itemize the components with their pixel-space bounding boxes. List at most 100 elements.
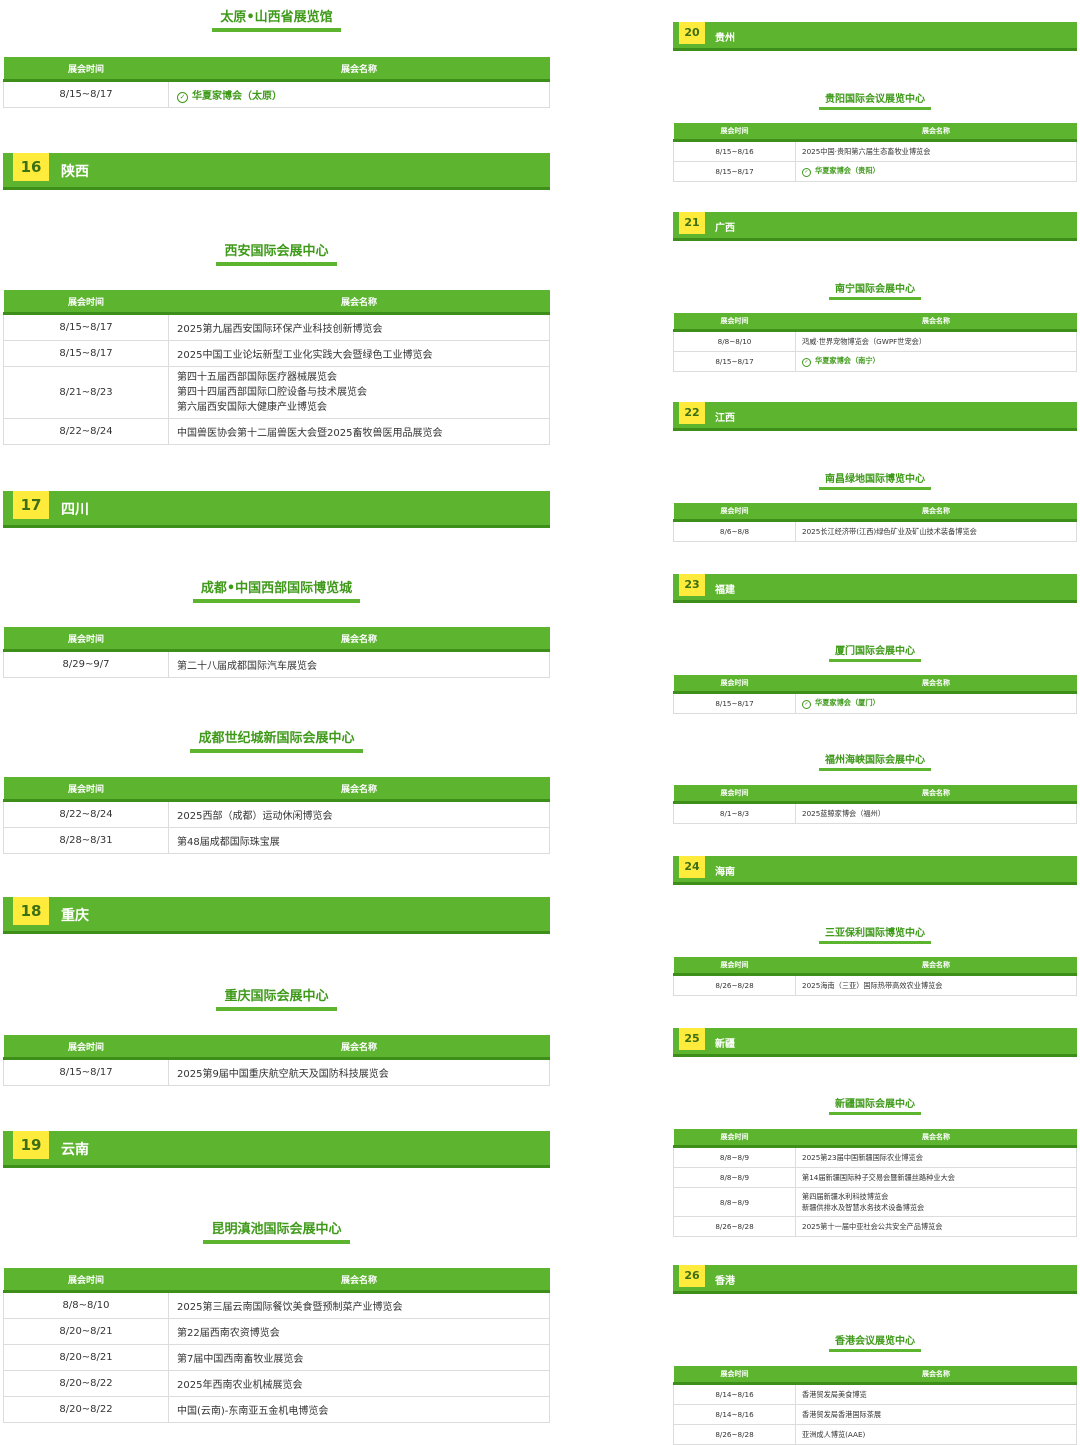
header-date: 展会时间 xyxy=(673,675,796,694)
venue-title: 南昌绿地国际博览中心 xyxy=(673,467,1077,490)
region-number-badge: 19 xyxy=(13,1131,49,1159)
region-header: 18 重庆 xyxy=(3,897,550,934)
exhibition-name: 2025第十一届中亚社会公共安全产品博览会 xyxy=(795,1216,1077,1237)
check-circle-icon: ✓ xyxy=(177,91,188,103)
exhibition-name-line: 第22届西南农资博览会 xyxy=(177,1328,280,1339)
exhibition-table: 展会时间 展会名称 8/15~8/17 ✓ 华夏家博会（厦门） xyxy=(673,675,1077,714)
exhibition-name: 鸿威·世界宠物博览会（GWPF世宠会） xyxy=(795,330,1077,352)
header-name: 展会名称 xyxy=(168,627,550,652)
table-row: 8/20~8/22 2025年西南农业机械展览会 xyxy=(3,1370,550,1397)
exhibition-table: 展会时间 展会名称 8/15~8/16 2025中国·贵阳第六届生态畜牧业博览会 8/1… xyxy=(673,123,1077,182)
exhibition-date: 8/20~8/21 xyxy=(3,1318,169,1345)
venue-title: 成都•中国西部国际博览城 xyxy=(3,577,550,603)
exhibition-name: 2025第九届西安国际环保产业科技创新博览会 xyxy=(168,313,550,341)
exhibition-table: 展会时间 展会名称 8/15~8/17 ✓ 华夏家博会（太原） xyxy=(3,57,550,108)
exhibition-table: 展会时间 展会名称 8/22~8/24 2025西部（成都）运动休闲博览会 8/28~8… xyxy=(3,777,550,854)
venue-name: 南昌绿地国际博览中心 xyxy=(819,470,931,490)
schedule-table: 展会时间 展会名称 8/8~8/10 2025第三届云南国际餐饮美食暨预制菜产业博览会… xyxy=(3,1268,550,1423)
exhibition-name: 中国(云南)-东南亚五金机电博览会 xyxy=(168,1396,550,1423)
region-name: 云南 xyxy=(61,1142,89,1158)
region-name: 广西 xyxy=(715,223,735,234)
venue-title: 福州海峡国际会展中心 xyxy=(673,748,1077,771)
table-header-row: 展会时间 展会名称 xyxy=(3,627,550,652)
exhibition-name-line: 第四届新疆水利科技博览会 xyxy=(802,1192,889,1201)
header-name: 展会名称 xyxy=(795,785,1077,804)
exhibition-name: 2025蓝鲸家博会（福州） xyxy=(795,802,1077,824)
exhibition-name: 第四届新疆水利科技博览会新疆供排水及智慧水务技术设备博览会 xyxy=(795,1187,1077,1217)
exhibition-name: 2025海南（三亚）国际热带高效农业博览会 xyxy=(795,974,1077,996)
exhibition-name: 2025年西南农业机械展览会 xyxy=(168,1370,550,1397)
exhibition-name-line: 2025第九届西安国际环保产业科技创新博览会 xyxy=(177,324,383,335)
table-row: 8/22~8/24 2025西部（成都）运动休闲博览会 xyxy=(3,800,550,828)
venue-name: 香港会议展览中心 xyxy=(829,1332,921,1352)
table-header-row: 展会时间 展会名称 xyxy=(673,957,1077,976)
table-header-row: 展会时间 展会名称 xyxy=(673,1129,1077,1148)
exhibition-name-line: 香港贸发局香港国际茶展 xyxy=(802,1409,882,1419)
exhibition-name-line: 新疆供排水及智慧水务技术设备博览会 xyxy=(802,1203,925,1212)
region-number-badge: 24 xyxy=(679,856,705,878)
exhibition-date: 8/20~8/22 xyxy=(3,1370,169,1397)
exhibition-name-line: 2025年西南农业机械展览会 xyxy=(177,1380,303,1391)
exhibition-name-line: 第四十四届西部国际口腔设备与技术展览会 xyxy=(177,387,367,398)
table-row: 8/26~8/28 亚洲成人博览(AAE) xyxy=(673,1424,1077,1445)
table-header-row: 展会时间 展会名称 xyxy=(673,675,1077,694)
header-name: 展会名称 xyxy=(795,957,1077,976)
header-name: 展会名称 xyxy=(168,1035,550,1060)
exhibition-name: 2025中国·贵阳第六届生态畜牧业博览会 xyxy=(795,140,1077,162)
exhibition-date: 8/15~8/17 xyxy=(3,1058,169,1086)
region-number-badge: 21 xyxy=(679,212,705,234)
exhibition-name: 2025第三届云南国际餐饮美食暨预制菜产业博览会 xyxy=(168,1291,550,1319)
header-name: 展会名称 xyxy=(168,57,550,82)
exhibition-table: 展会时间 展会名称 8/8~8/9 2025第23届中国新疆国际农业博览会 8/8~8/… xyxy=(673,1129,1077,1237)
header-date: 展会时间 xyxy=(3,290,169,315)
header-date: 展会时间 xyxy=(673,123,796,142)
schedule-table: 展会时间 展会名称 8/8~8/9 2025第23届中国新疆国际农业博览会 8/8~8/… xyxy=(673,1129,1077,1237)
table-row: 8/15~8/17 ✓ 华夏家博会（贵阳） xyxy=(673,161,1077,182)
venue-title: 香港会议展览中心 xyxy=(673,1329,1077,1352)
table-row: 8/8~8/9 2025第23届中国新疆国际农业博览会 xyxy=(673,1146,1077,1168)
table-header-row: 展会时间 展会名称 xyxy=(673,1366,1077,1385)
exhibition-date: 8/15~8/17 xyxy=(673,351,796,372)
header-name: 展会名称 xyxy=(795,1366,1077,1385)
schedule-table: 展会时间 展会名称 8/8~8/10 鸿威·世界宠物博览会（GWPF世宠会） 8/15~… xyxy=(673,313,1077,372)
venue-name: 西安国际会展中心 xyxy=(216,240,337,266)
table-row: 8/20~8/22 中国(云南)-东南亚五金机电博览会 xyxy=(3,1396,550,1423)
schedule-table: 展会时间 展会名称 8/14~8/16 香港贸发局美食博览 8/14~8/16 香港贸发局… xyxy=(673,1366,1077,1445)
table-header-row: 展会时间 展会名称 xyxy=(3,1268,550,1293)
exhibition-date: 8/15~8/17 xyxy=(3,340,169,367)
venue-title: 新疆国际会展中心 xyxy=(673,1092,1077,1115)
schedule-table: 展会时间 展会名称 8/15~8/17 2025第9届中国重庆航空航天及国防科技展览会 xyxy=(3,1035,550,1086)
exhibition-date: 8/26~8/28 xyxy=(673,1216,796,1237)
table-row: 8/22~8/24 中国兽医协会第十二届兽医大会暨2025畜牧兽医用品展览会 xyxy=(3,418,550,445)
exhibition-name-line: 第六届西安国际大健康产业博览会 xyxy=(177,402,327,413)
exhibition-name: 香港贸发局香港国际茶展 xyxy=(795,1404,1077,1425)
exhibition-table: 展会时间 展会名称 8/6~8/8 2025长江经济带(江西)绿色矿业及矿山技术装备博… xyxy=(673,503,1077,542)
exhibition-name-line: 2025第9届中国重庆航空航天及国防科技展览会 xyxy=(177,1069,389,1080)
exhibition-name-line: 2025第三届云南国际餐饮美食暨预制菜产业博览会 xyxy=(177,1302,403,1313)
table-row: 8/28~8/31 第48届成都国际珠宝展 xyxy=(3,827,550,854)
schedule-table: 展会时间 展会名称 8/1~8/3 2025蓝鲸家博会（福州） xyxy=(673,785,1077,824)
venue-title: 贵阳国际会议展览中心 xyxy=(673,87,1077,110)
exhibition-date: 8/15~8/16 xyxy=(673,140,796,162)
exhibition-name: 2025西部（成都）运动休闲博览会 xyxy=(168,800,550,828)
exhibition-date: 8/15~8/17 xyxy=(673,692,796,714)
exhibition-name-line: 2025蓝鲸家博会（福州） xyxy=(802,808,885,818)
exhibition-name: 第二十八届成都国际汽车展览会 xyxy=(168,650,550,678)
table-header-row: 展会时间 展会名称 xyxy=(3,57,550,82)
exhibition-table: 展会时间 展会名称 8/29~9/7 第二十八届成都国际汽车展览会 xyxy=(3,627,550,678)
exhibition-name: ✓ 华夏家博会（贵阳） xyxy=(795,161,1077,182)
exhibition-name-line: 2025西部（成都）运动休闲博览会 xyxy=(177,811,333,822)
region-header: 25 新疆 xyxy=(673,1028,1077,1057)
header-date: 展会时间 xyxy=(673,1129,796,1148)
exhibition-name-line: 第48届成都国际珠宝展 xyxy=(177,837,280,848)
exhibition-name: 第7届中国西南畜牧业展览会 xyxy=(168,1344,550,1371)
table-row: 8/8~8/10 2025第三届云南国际餐饮美食暨预制菜产业博览会 xyxy=(3,1291,550,1319)
region-header: 21 广西 xyxy=(673,212,1077,241)
exhibition-date: 8/28~8/31 xyxy=(3,827,169,854)
exhibition-table: 展会时间 展会名称 8/26~8/28 2025海南（三亚）国际热带高效农业博览会 xyxy=(673,957,1077,996)
table-row: 8/15~8/17 2025第9届中国重庆航空航天及国防科技展览会 xyxy=(3,1058,550,1086)
exhibition-name: ✓ 华夏家博会（太原） xyxy=(168,80,550,108)
check-circle-icon: ✓ xyxy=(802,700,811,709)
region-number-badge: 22 xyxy=(679,402,705,424)
region-header: 17 四川 xyxy=(3,491,550,528)
